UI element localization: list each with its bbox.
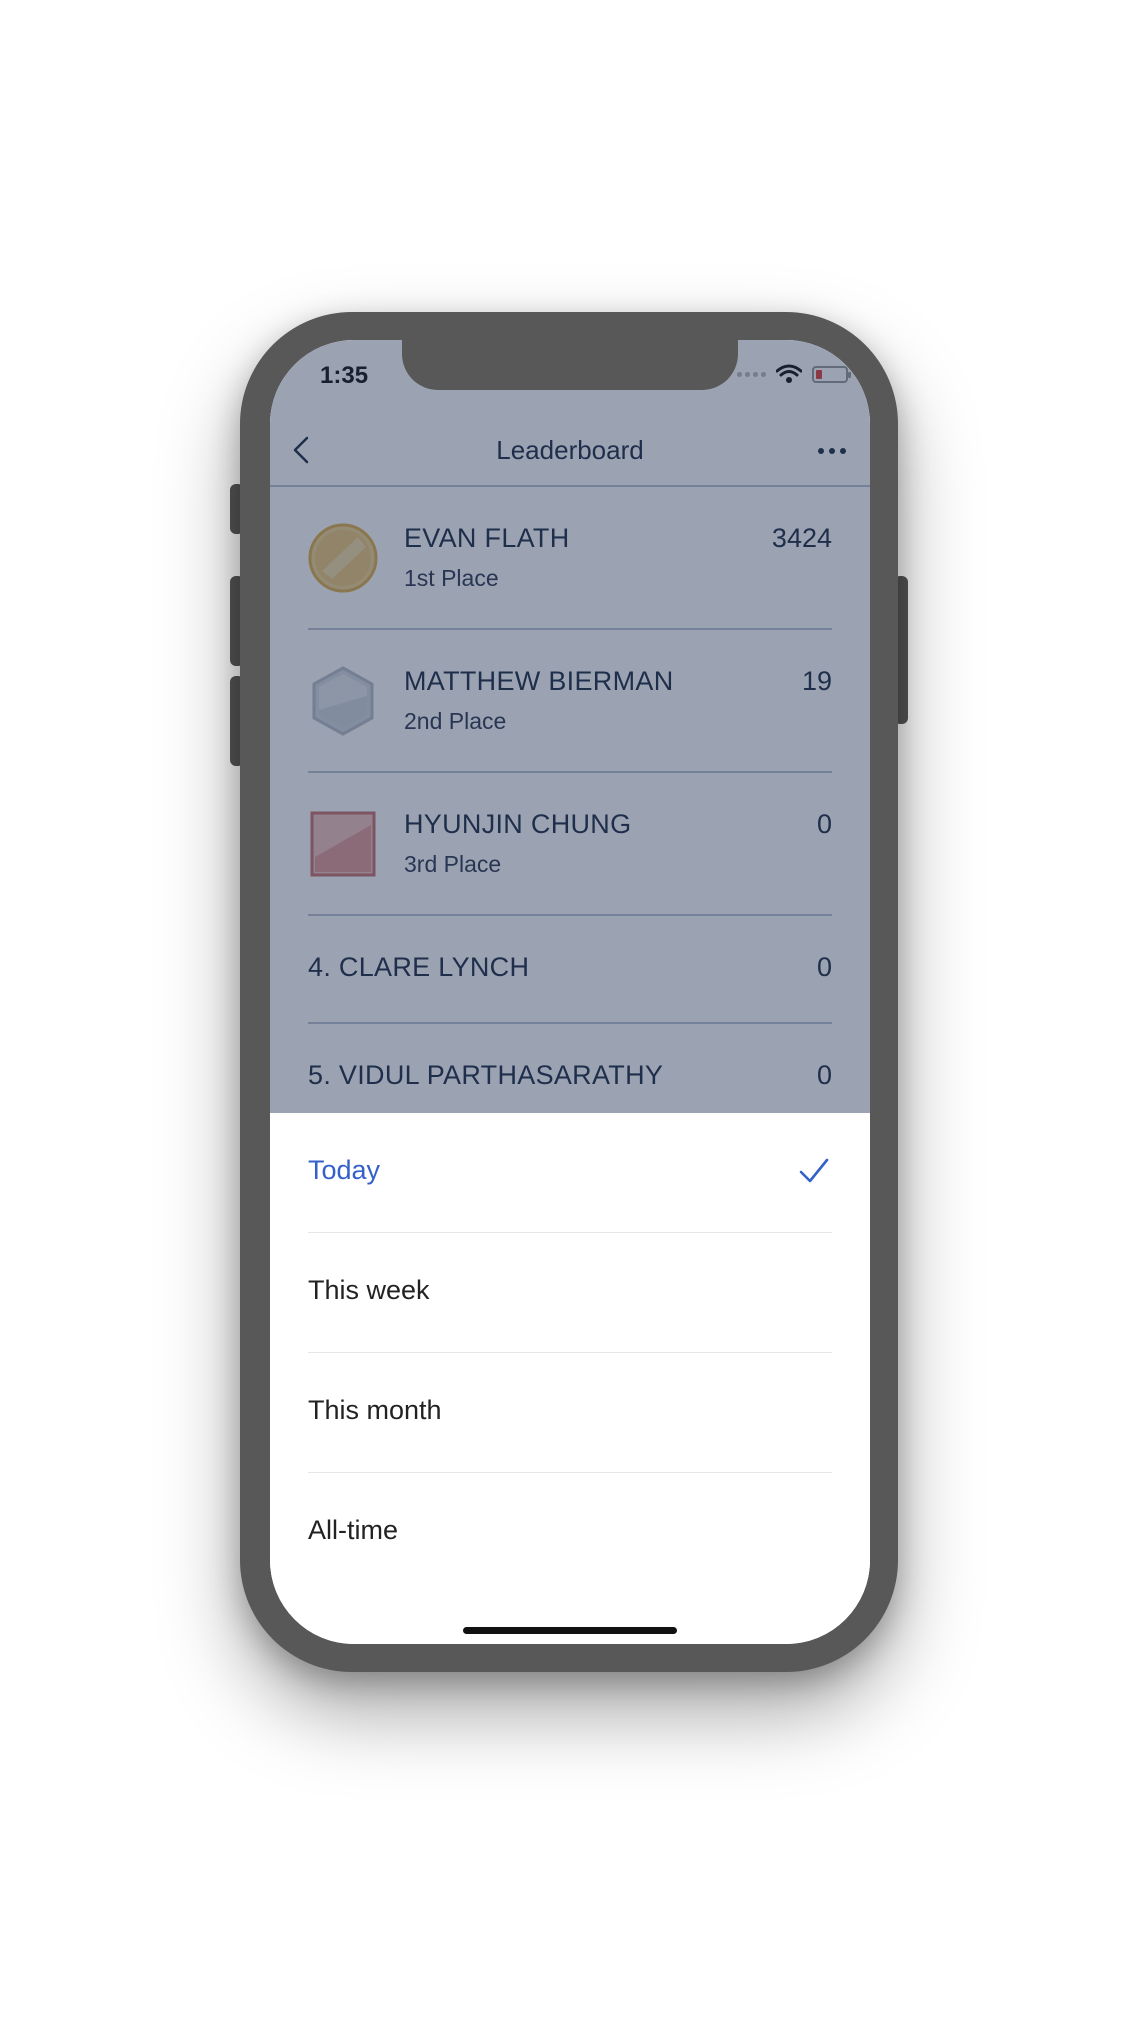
filter-option-label: This week	[308, 1275, 430, 1305]
modal-dim-overlay[interactable]	[270, 340, 870, 1113]
stage: 1:35 Leaderboard EVAN FLATH 1st Place 34…	[0, 0, 1140, 2040]
home-indicator[interactable]	[463, 1627, 677, 1634]
filter-option-label: Today	[308, 1155, 381, 1185]
checkmark-icon	[799, 1158, 829, 1183]
filter-option-this-week[interactable]: This week	[308, 1233, 832, 1353]
filter-option-today[interactable]: Today	[308, 1113, 832, 1233]
time-filter-sheet: Today This week This month All-time	[270, 1113, 870, 1644]
filter-option-all-time[interactable]: All-time	[308, 1473, 832, 1593]
filter-option-label: All-time	[308, 1515, 399, 1545]
filter-option-this-month[interactable]: This month	[308, 1353, 832, 1473]
notch	[402, 340, 738, 390]
filter-option-label: This month	[308, 1395, 442, 1425]
phone-screen: 1:35 Leaderboard EVAN FLATH 1st Place 34…	[270, 340, 870, 1644]
